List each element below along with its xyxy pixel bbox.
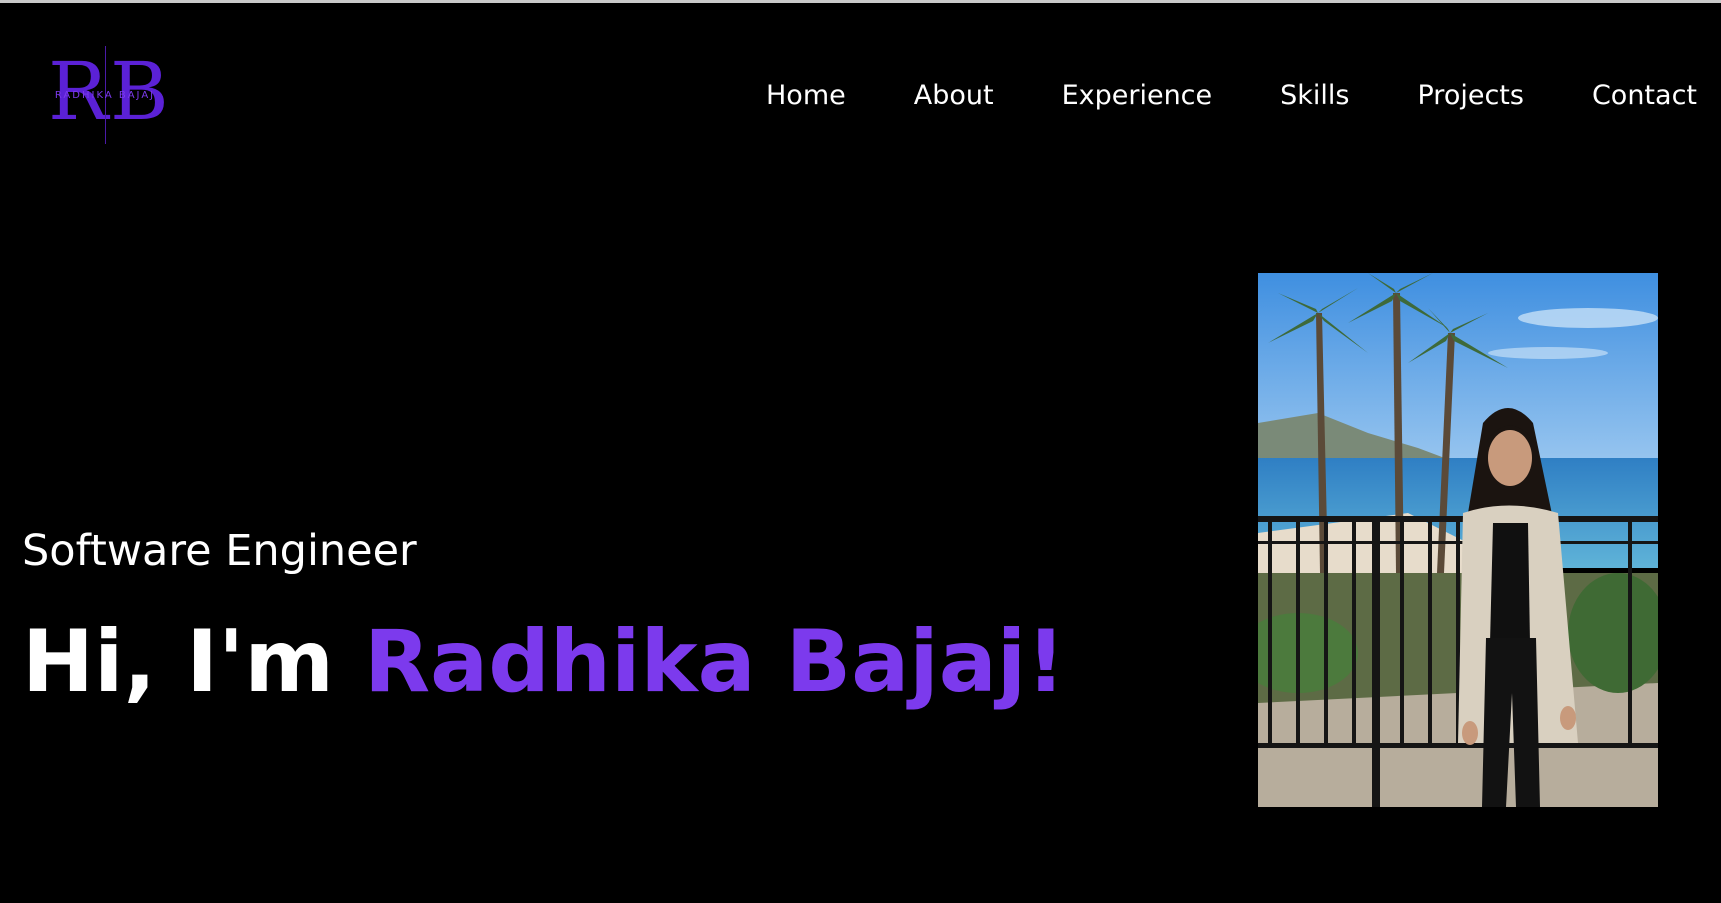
hero-greeting: Hi, I'm xyxy=(22,612,364,712)
hero-subtitle: Software Engineer xyxy=(22,526,417,576)
nav-home[interactable]: Home xyxy=(766,79,846,113)
top-rule xyxy=(0,0,1721,3)
hero-name: Radhika Bajaj! xyxy=(363,612,1066,712)
nav-skills[interactable]: Skills xyxy=(1280,79,1349,113)
nav-projects[interactable]: Projects xyxy=(1418,79,1524,113)
logo-wordmark: RADHIKA BAJAJ xyxy=(54,90,156,101)
hero-headline: Hi, I'm Radhika Bajaj! xyxy=(22,612,1065,712)
profile-photo xyxy=(1258,273,1658,807)
nav-about[interactable]: About xyxy=(914,79,994,113)
nav-experience[interactable]: Experience xyxy=(1062,79,1213,113)
main-nav: Home About Experience Skills Projects Co… xyxy=(766,79,1697,113)
site-logo[interactable]: R B RADHIKA BAJAJ xyxy=(44,46,169,146)
nav-contact[interactable]: Contact xyxy=(1592,79,1697,113)
